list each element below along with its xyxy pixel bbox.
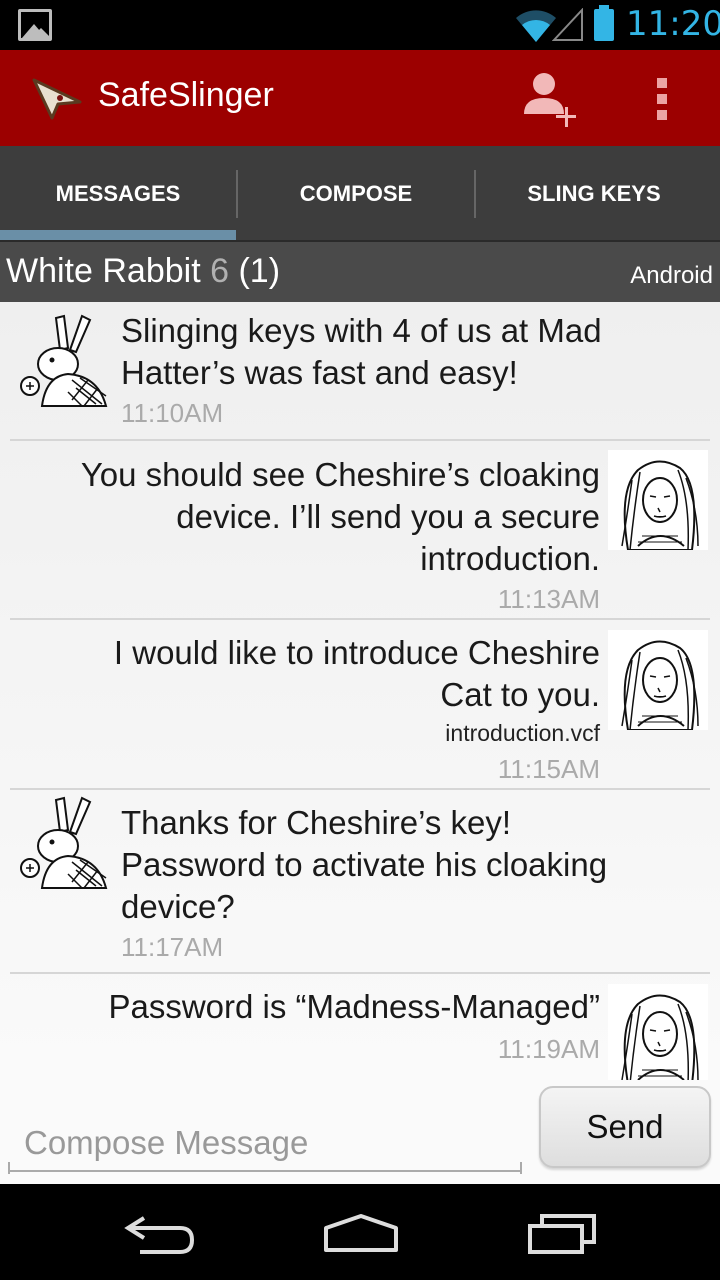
message-text: Password is “Madness-Managed” xyxy=(108,988,600,1025)
message-text: Slinging keys with 4 of us at Mad Hatter… xyxy=(121,312,602,391)
white-rabbit-avatar xyxy=(12,310,112,410)
message-time: 11:19AM xyxy=(497,1034,600,1064)
alice-avatar xyxy=(608,450,708,550)
tab-sling-keys[interactable]: SLING KEYS xyxy=(476,146,712,242)
unread-count: (1) xyxy=(238,252,281,290)
message-divider xyxy=(10,788,710,790)
recent-apps-icon[interactable] xyxy=(518,1204,608,1260)
message-time: 11:15AM xyxy=(497,754,600,784)
message-divider xyxy=(10,618,710,620)
message-item[interactable]: I would like to introduce Cheshire Cat t… xyxy=(0,622,720,790)
message-time: 11:17AM xyxy=(121,932,224,962)
compose-message-input[interactable] xyxy=(8,1116,522,1172)
message-divider xyxy=(10,972,710,974)
signal-icon xyxy=(552,8,583,41)
message-count: 6 xyxy=(210,252,230,290)
message-item[interactable]: Password is “Madness-Managed” 11:19AM xyxy=(0,976,720,1080)
white-rabbit-avatar xyxy=(12,792,112,892)
alice-avatar xyxy=(608,984,708,1080)
message-divider xyxy=(10,439,710,441)
send-button[interactable]: Send xyxy=(539,1086,711,1168)
alice-avatar xyxy=(608,630,708,730)
add-contact-icon[interactable] xyxy=(520,70,582,128)
message-list[interactable]: Slinging keys with 4 of us at Mad Hatter… xyxy=(0,302,720,1080)
message-item[interactable]: Slinging keys with 4 of us at Mad Hatter… xyxy=(0,302,720,442)
recipient-name: White Rabbit xyxy=(6,252,201,290)
message-text: You should see Cheshire’s cloaking devic… xyxy=(80,456,600,577)
message-text: Thanks for Cheshire’s key! Password to a… xyxy=(121,804,608,925)
app-logo-icon[interactable] xyxy=(30,76,84,120)
overflow-menu-icon[interactable] xyxy=(648,76,678,122)
app-title: SafeSlinger xyxy=(98,76,274,114)
recipient-platform: Android xyxy=(630,262,713,289)
recipient-header: White Rabbit 6 (1) Android xyxy=(0,242,720,302)
home-icon[interactable] xyxy=(316,1204,406,1260)
message-item[interactable]: Thanks for Cheshire’s key! Password to a… xyxy=(0,792,720,974)
recipient-name-line: White Rabbit 6 (1) xyxy=(6,252,280,291)
action-bar: SafeSlinger xyxy=(0,50,720,146)
message-item[interactable]: You should see Cheshire’s cloaking devic… xyxy=(0,442,720,620)
tab-bar: MESSAGES COMPOSE SLING KEYS xyxy=(0,146,720,242)
message-time: 11:13AM xyxy=(497,584,600,614)
tab-compose[interactable]: COMPOSE xyxy=(238,146,474,242)
back-icon[interactable] xyxy=(114,1204,204,1260)
battery-icon xyxy=(594,5,614,41)
status-time: 11:20 xyxy=(626,4,720,44)
message-text: I would like to introduce Cheshire Cat t… xyxy=(113,634,600,713)
message-time: 11:10AM xyxy=(121,398,224,428)
status-bar: 11:20 xyxy=(0,0,720,50)
gallery-notification-icon xyxy=(18,9,52,41)
compose-bar: Send xyxy=(0,1080,720,1184)
attachment-link[interactable]: introduction.vcf xyxy=(200,720,600,747)
tab-messages[interactable]: MESSAGES xyxy=(0,146,236,242)
tab-selected-indicator xyxy=(0,230,236,240)
navigation-bar xyxy=(0,1184,720,1280)
